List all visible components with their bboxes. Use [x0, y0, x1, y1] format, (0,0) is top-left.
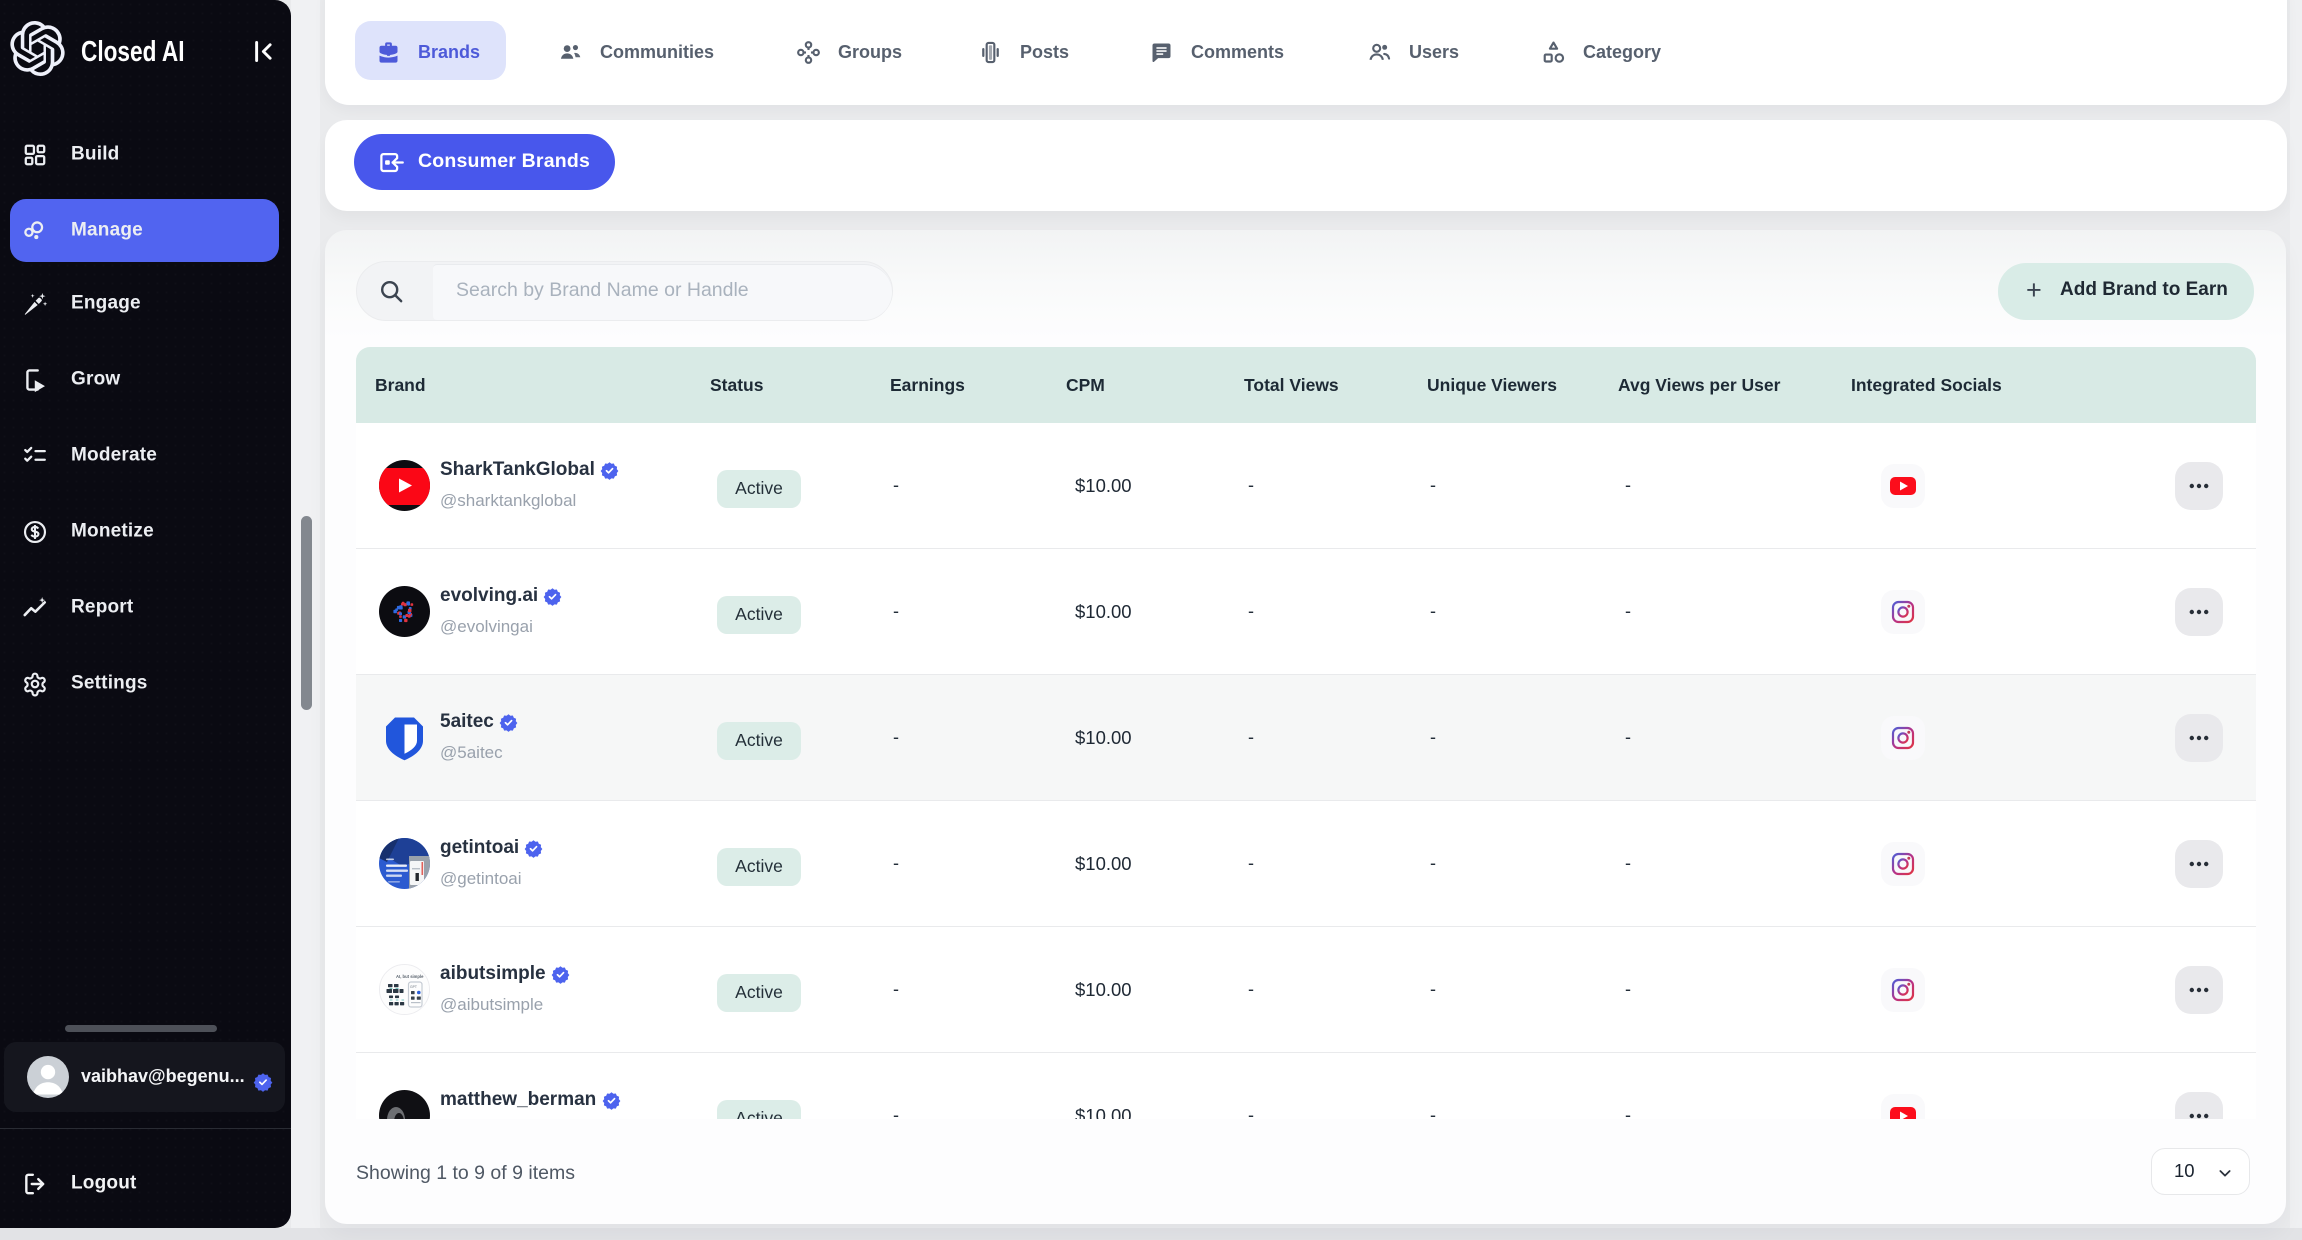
- svg-text:GPT: GPT: [410, 985, 417, 989]
- svg-text:AI, but simple: AI, but simple: [396, 974, 424, 979]
